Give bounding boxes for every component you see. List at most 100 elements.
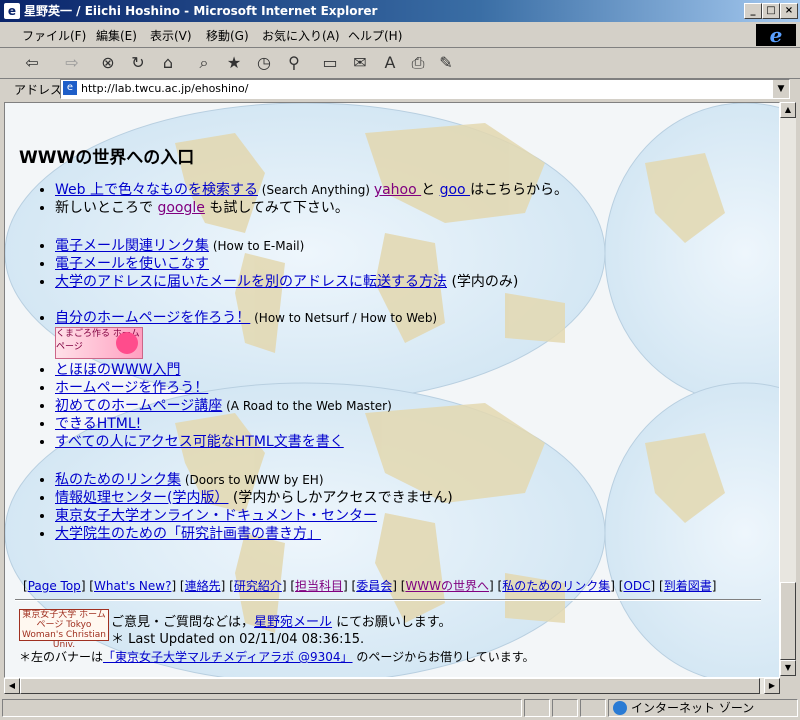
stop-icon[interactable]: ⊗: [96, 51, 120, 75]
close-button[interactable]: ×: [780, 3, 798, 19]
scroll-down-icon[interactable]: ▼: [780, 660, 796, 676]
nav-courses[interactable]: 担当科目: [295, 579, 343, 593]
scroll-up-icon[interactable]: ▲: [780, 102, 796, 118]
nav-research[interactable]: 研究紹介: [234, 579, 282, 593]
list-item: ホームページを作ろう！: [55, 379, 437, 397]
search-icon[interactable]: ⌕: [192, 51, 216, 75]
list-item: 自分のホームページを作ろう！ (How to Netsurf / How to …: [55, 309, 437, 327]
horizontal-scrollbar[interactable]: ◀ ▶: [4, 678, 780, 694]
nav-odc[interactable]: ODC: [623, 579, 650, 593]
banner-ball-icon: [116, 332, 138, 354]
ie-logo-icon: e: [756, 24, 796, 46]
yahoo-link[interactable]: yahoo: [374, 182, 421, 198]
make-homepage-link[interactable]: 自分のホームページを作ろう！: [55, 310, 250, 326]
ie-page-icon: e: [4, 3, 20, 19]
email-links-link[interactable]: 電子メール関連リンク集: [55, 238, 209, 254]
homepage-note: (How to Netsurf / How to Web): [250, 311, 438, 325]
status-panel: [580, 699, 606, 717]
kumagoro-banner[interactable]: くまごろ作る ホームページ: [55, 327, 143, 359]
google-link[interactable]: google: [157, 200, 204, 216]
refresh-icon[interactable]: ↻: [126, 51, 150, 75]
univ-logo[interactable]: 東京女子大学 ホームページ Tokyo Woman's Christian Un…: [19, 609, 109, 650]
address-bar: アドレス e http://lab.twcu.ac.jp/ehoshino/ ▼: [0, 78, 800, 100]
list-item: すべての人にアクセス可能なHTML文書を書く: [55, 433, 437, 451]
status-bar: インターネット ゾーン: [0, 696, 800, 720]
channels-icon[interactable]: ⚲: [282, 51, 306, 75]
menu-file[interactable]: ファイル(F): [22, 27, 86, 44]
scroll-thumb[interactable]: [780, 582, 796, 660]
search-note: (Search Anything): [257, 183, 374, 197]
bottom-nav: [Page Top] [What's New?] [連絡先] [研究紹介] [担…: [23, 579, 717, 593]
menu-view[interactable]: 表示(V): [150, 27, 192, 44]
minimize-button[interactable]: _: [744, 3, 762, 19]
tohoho-link[interactable]: とほほのWWW入門: [55, 362, 181, 378]
email-list: 電子メール関連リンク集 (How to E-Mail) 電子メールを使いこなす …: [37, 237, 518, 291]
my-links-link[interactable]: 私のためのリンク集: [55, 472, 181, 488]
status-panel: [552, 699, 578, 717]
divider: [15, 599, 761, 601]
google-tail: も試してみて下さい。: [204, 200, 349, 216]
research-plan-link[interactable]: 大学院生のための「研究計画書の書き方」: [55, 526, 321, 542]
favorites-icon[interactable]: ★: [222, 51, 246, 75]
homepage-list: 自分のホームページを作ろう！ (How to Netsurf / How to …: [37, 309, 437, 451]
title-bar: e 星野英一 / Eiichi Hoshino - Microsoft Inte…: [0, 0, 800, 22]
course-note: (A Road to the Web Master): [222, 399, 392, 413]
print-icon[interactable]: ⎙: [406, 51, 430, 75]
history-icon[interactable]: ◷: [252, 51, 276, 75]
home-icon[interactable]: ⌂: [156, 51, 180, 75]
and-text: と: [421, 182, 440, 198]
mail-forward-link[interactable]: 大学のアドレスに届いたメールを別のアドレスに転送する方法: [55, 274, 447, 290]
globe-icon: [613, 701, 627, 715]
page-content: WWWの世界への入口 Web 上で色々なものを検索する (Search Anyt…: [5, 103, 779, 677]
edit-icon[interactable]: ✎: [434, 51, 458, 75]
google-pre: 新しいところで: [55, 200, 158, 216]
list-item: 大学のアドレスに届いたメールを別のアドレスに転送する方法 (学内のみ): [55, 273, 518, 291]
mail-icon[interactable]: ✉: [348, 51, 372, 75]
address-url[interactable]: http://lab.twcu.ac.jp/ehoshino/: [81, 82, 248, 95]
dekiru-html-link[interactable]: できるHTML!: [55, 416, 141, 432]
menu-go[interactable]: 移動(G): [206, 27, 249, 44]
footer-line3: ＊左のバナーは「東京女子大学マルチメディアラボ @9304」 のページからお借り…: [19, 648, 535, 665]
fullscreen-icon[interactable]: ▭: [318, 51, 342, 75]
accessible-html-link[interactable]: すべての人にアクセス可能なHTML文書を書く: [55, 434, 344, 450]
goo-link[interactable]: goo: [440, 182, 470, 198]
nav-whats-new[interactable]: What's New?: [94, 579, 171, 593]
scroll-right-icon[interactable]: ▶: [764, 678, 780, 694]
maximize-button[interactable]: □: [762, 3, 780, 19]
info-center-link[interactable]: 情報処理センター(学内版）: [55, 490, 228, 506]
toolbar: ⇦ ⇨ ⊗ ↻ ⌂ ⌕ ★ ◷ ⚲ ▭ ✉ A ⎙ ✎: [0, 48, 800, 79]
create-homepage-link[interactable]: ホームページを作ろう！: [55, 380, 208, 396]
nav-committee[interactable]: 委員会: [356, 579, 392, 593]
odc-link[interactable]: 東京女子大学オンライン・ドキュメント・センター: [55, 508, 377, 524]
vertical-scrollbar[interactable]: ▲ ▼: [780, 102, 796, 676]
menu-bar: ファイル(F) 編集(E) 表示(V) 移動(G) お気に入り(A) ヘルプ(H…: [0, 22, 800, 48]
scroll-left-icon[interactable]: ◀: [4, 678, 20, 694]
footer-text: ＊左のバナーは: [19, 650, 104, 664]
address-input[interactable]: e http://lab.twcu.ac.jp/ehoshino/ ▼: [60, 79, 790, 99]
hscroll-thumb[interactable]: [20, 678, 760, 694]
nav-www-world[interactable]: WWWの世界へ: [405, 579, 489, 593]
back-icon[interactable]: ⇦: [20, 51, 44, 75]
menu-help[interactable]: ヘルプ(H): [348, 27, 402, 44]
nav-my-links[interactable]: 私のためのリンク集: [502, 579, 610, 593]
font-icon[interactable]: A: [378, 51, 402, 75]
search-link[interactable]: Web 上で色々なものを検索する: [55, 182, 258, 198]
logo-text: 東京女子大学 ホームページ Tokyo Woman's Christian Un…: [21, 610, 106, 650]
nav-contact[interactable]: 連絡先: [185, 579, 221, 593]
zone-panel: インターネット ゾーン: [608, 699, 798, 717]
address-dropdown-icon[interactable]: ▼: [773, 80, 789, 98]
nav-new-books[interactable]: 到着図書: [664, 579, 712, 593]
homepage-course-link[interactable]: 初めてのホームページ講座: [55, 398, 222, 414]
email-usage-link[interactable]: 電子メールを使いこなす: [55, 256, 209, 272]
list-item: 私のためのリンク集 (Doors to WWW by EH): [55, 471, 453, 489]
info-center-note: (学内からしかアクセスできません): [228, 490, 453, 506]
window-title: 星野英一 / Eiichi Hoshino - Microsoft Intern…: [24, 4, 378, 18]
nav-page-top[interactable]: Page Top: [28, 579, 81, 593]
address-label: アドレス: [14, 83, 63, 97]
menu-favorites[interactable]: お気に入り(A): [262, 27, 340, 44]
forward-icon[interactable]: ⇨: [60, 51, 84, 75]
zone-text: インターネット ゾーン: [631, 701, 755, 715]
menu-edit[interactable]: 編集(E): [96, 27, 137, 44]
list-item: 大学院生のための「研究計画書の書き方」: [55, 525, 453, 543]
multimedia-lab-link[interactable]: 「東京女子大学マルチメディアラボ @9304」: [103, 650, 353, 664]
